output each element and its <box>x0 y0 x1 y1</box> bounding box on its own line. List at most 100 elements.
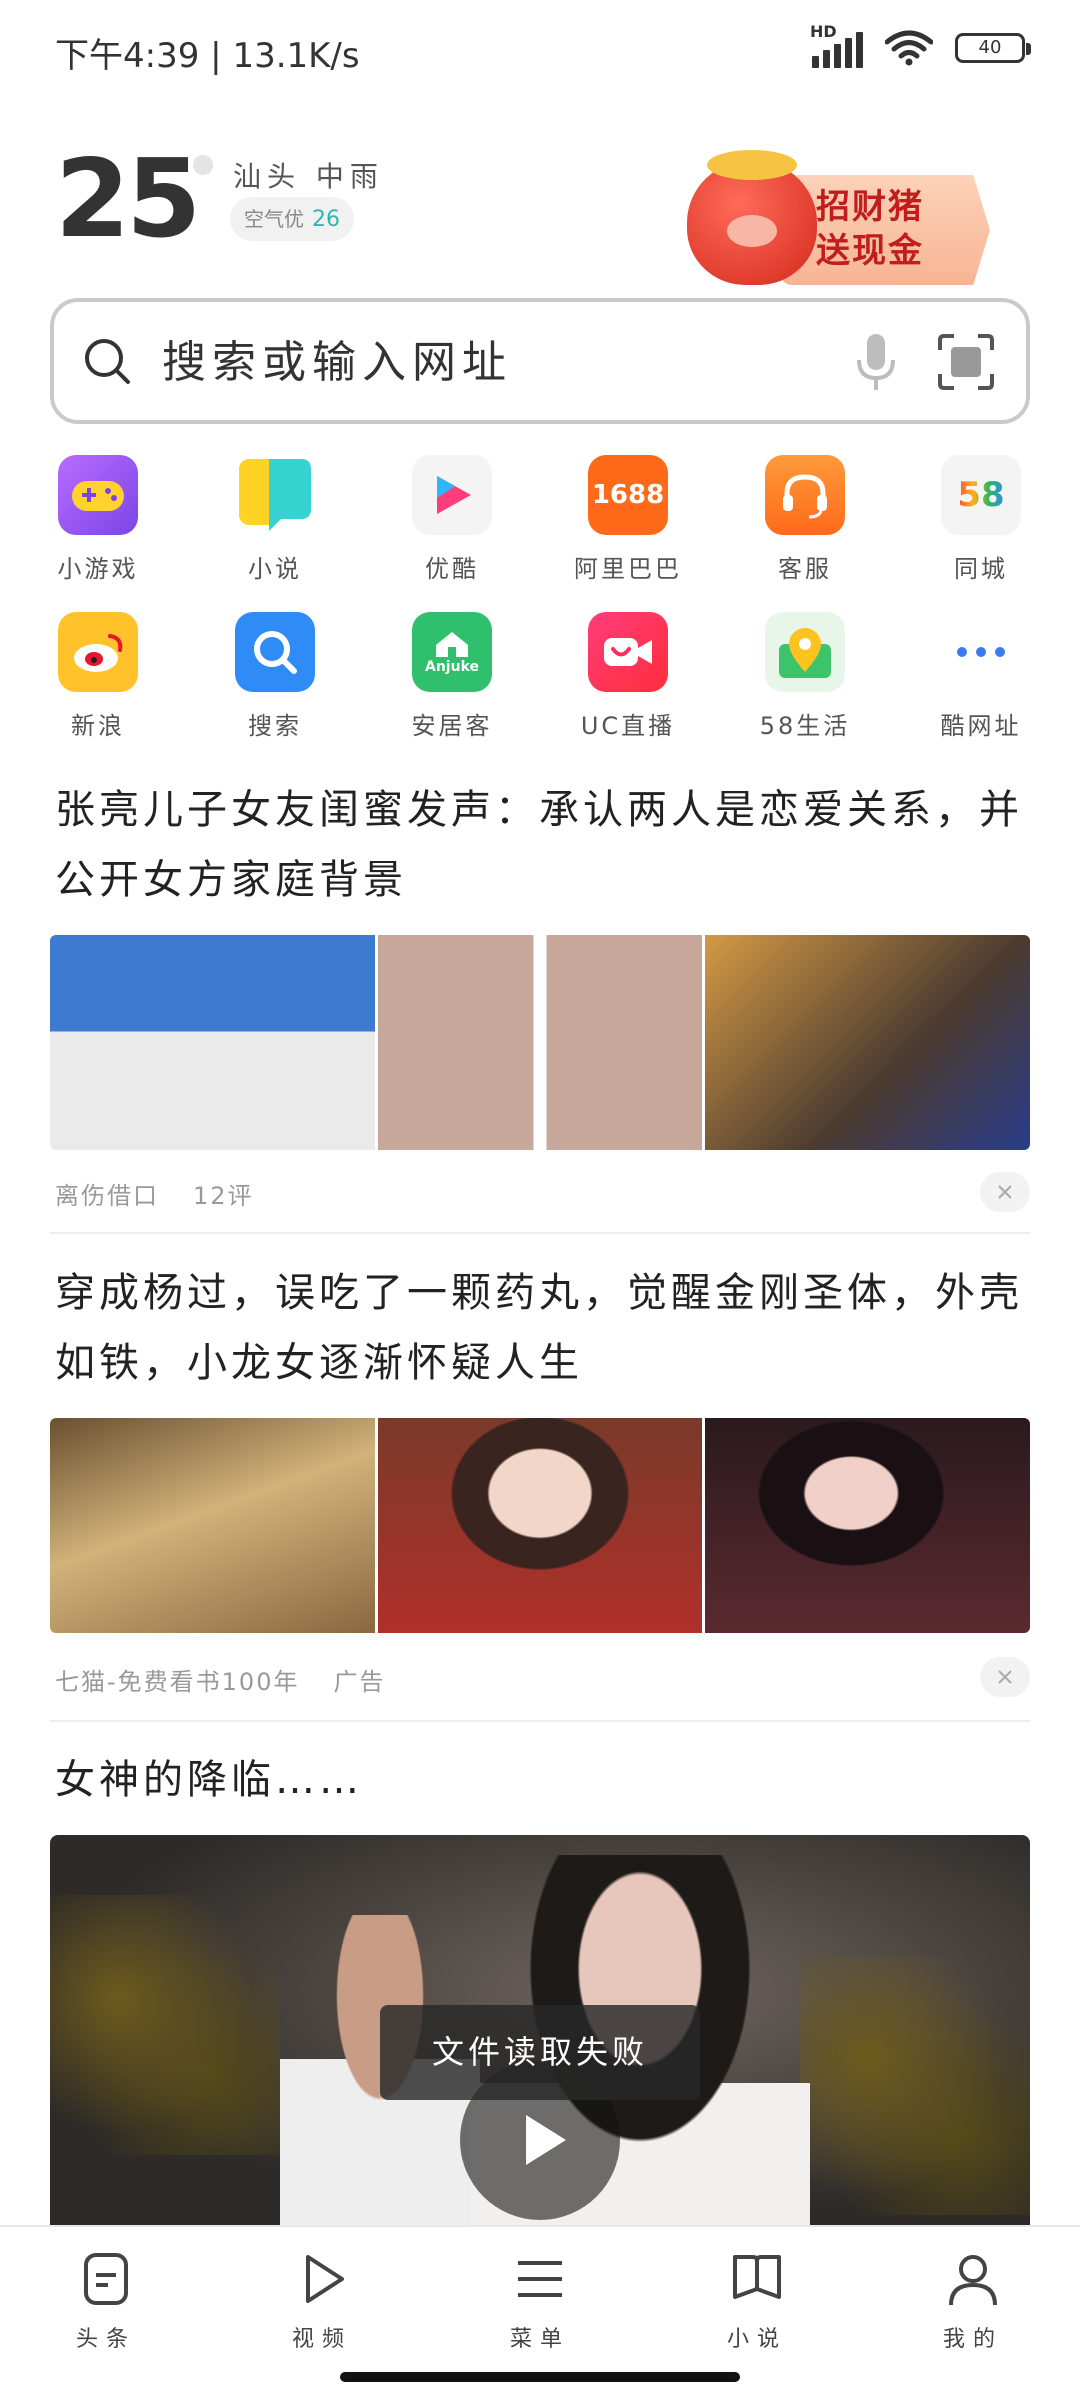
shortcut-label: 新浪 <box>71 712 125 740</box>
battery-icon: 40 <box>955 33 1031 63</box>
shortcut-more[interactable]: 酷网址 <box>906 612 1056 741</box>
headline-icon <box>84 2253 128 2305</box>
anjuke-icon: Anjuke <box>412 612 492 692</box>
city-name: 汕头 <box>233 160 302 193</box>
news-comments: 12评 <box>193 1182 254 1210</box>
close-icon <box>998 1670 1012 1684</box>
shortcut-customer-service[interactable]: 客服 <box>730 455 880 584</box>
weather-location: 汕头 中雨 <box>233 155 384 195</box>
weather-condition: 中雨 <box>315 160 384 193</box>
shortcut-58-life[interactable]: 58生活 <box>730 612 880 741</box>
news-title[interactable]: 张亮儿子女友闺蜜发声：承认两人是恋爱关系，并公开女方家庭背景 <box>55 775 1035 915</box>
dismiss-button[interactable] <box>980 1172 1030 1212</box>
status-time: 下午4:39 <box>55 36 200 76</box>
promo-banner[interactable]: 招财猪 送现金 <box>675 150 995 300</box>
search-icon <box>85 339 130 384</box>
network-speed: 13.1K/s <box>232 36 360 76</box>
shortcut-alibaba[interactable]: 1688 阿里巴巴 <box>553 455 703 584</box>
news-thumbnail <box>705 1418 1030 1633</box>
news-title[interactable]: 女神的降临…… <box>55 1745 1035 1815</box>
nav-label: 头条 <box>75 2327 136 2352</box>
microphone-icon[interactable] <box>854 332 898 392</box>
air-quality-label: 空气优 <box>244 207 304 231</box>
news-meta: 离伤借口 12评 <box>55 1176 254 1211</box>
weather-widget[interactable]: 25 汕头 中雨 空气优 26 <box>55 145 455 265</box>
nav-label: 菜单 <box>509 2327 570 2352</box>
more-dots-icon <box>941 612 1021 692</box>
shortcut-label: UC直播 <box>580 712 676 740</box>
user-icon <box>949 2255 997 2306</box>
scan-icon[interactable] <box>936 332 996 392</box>
shortcut-sina[interactable]: 新浪 <box>23 612 173 741</box>
anjuke-logo-text: Anjuke <box>425 659 479 675</box>
search-app-icon <box>235 612 315 692</box>
shortcut-label: 小说 <box>248 555 302 583</box>
wifi-icon <box>885 30 933 66</box>
hd-badge: HD <box>810 22 837 41</box>
shortcut-label: 安居客 <box>411 712 493 740</box>
shortcut-novel[interactable]: 小说 <box>200 455 350 584</box>
air-quality-value: 26 <box>312 207 340 232</box>
news-meta: 七猫-免费看书100年 广告 <box>55 1662 385 1697</box>
search-bar[interactable] <box>50 298 1030 424</box>
shortcut-label: 酷网址 <box>940 712 1022 740</box>
video-error-message: 文件读取失败 <box>380 2005 700 2100</box>
signal-icon: HD <box>810 22 863 68</box>
video-player[interactable]: 文件读取失败 <box>50 1835 1030 2225</box>
news-thumbnail <box>377 935 703 1150</box>
divider <box>50 1232 1030 1234</box>
close-icon <box>998 1185 1012 1199</box>
news-thumbnail <box>377 1418 703 1633</box>
nav-novel[interactable]: 小说 <box>687 2249 827 2353</box>
nav-video[interactable]: 视频 <box>252 2249 392 2353</box>
novel-icon <box>235 455 315 535</box>
ad-label: 广告 <box>333 1668 386 1696</box>
shortcut-anjuke[interactable]: Anjuke 安居客 <box>377 612 527 741</box>
shortcut-label: 同城 <box>954 555 1008 583</box>
menu-icon <box>518 2261 562 2297</box>
58-tongcheng-icon: 58 <box>941 455 1021 535</box>
shortcut-mini-games[interactable]: 小游戏 <box>23 455 173 584</box>
game-icon <box>58 455 138 535</box>
shortcut-label: 客服 <box>778 555 832 583</box>
shortcut-youku[interactable]: 优酷 <box>377 455 527 584</box>
book-icon <box>733 2255 781 2299</box>
air-quality-badge: 空气优 26 <box>230 197 354 241</box>
nav-menu[interactable]: 菜单 <box>470 2249 610 2353</box>
sina-weibo-icon <box>58 612 138 692</box>
shortcut-label: 阿里巴巴 <box>574 555 682 583</box>
58-logo-text: 58 <box>957 475 1005 515</box>
alibaba-1688-icon: 1688 <box>588 455 668 535</box>
status-icons: HD 40 <box>810 22 1031 68</box>
uc-live-icon <box>588 612 668 692</box>
shortcut-label: 搜索 <box>248 712 302 740</box>
lucky-pig-icon <box>687 150 817 285</box>
news-image-row[interactable] <box>50 935 1030 1150</box>
shortcut-search[interactable]: 搜索 <box>200 612 350 741</box>
news-thumbnail <box>50 935 375 1150</box>
divider <box>50 1720 1030 1722</box>
dismiss-button[interactable] <box>980 1657 1030 1697</box>
nav-profile[interactable]: 我的 <box>903 2249 1043 2353</box>
shortcut-58-tongcheng[interactable]: 58 同城 <box>906 455 1056 584</box>
shortcut-label: 58生活 <box>759 712 851 740</box>
nav-label: 视频 <box>291 2327 352 2352</box>
news-source: 离伤借口 <box>55 1182 159 1210</box>
shortcut-label: 小游戏 <box>57 555 139 583</box>
news-image-row[interactable] <box>50 1418 1030 1633</box>
status-bar: 下午4:39 | 13.1K/s HD 40 <box>0 0 1080 100</box>
promo-line-2: 送现金 <box>816 231 924 271</box>
video-play-icon <box>306 2255 344 2303</box>
search-input[interactable] <box>162 330 762 394</box>
youku-icon <box>412 455 492 535</box>
news-title[interactable]: 穿成杨过，误吃了一颗药丸，觉醒金刚圣体，外壳如铁，小龙女逐渐怀疑人生 <box>55 1258 1035 1398</box>
shortcut-label: 优酷 <box>425 555 479 583</box>
home-indicator[interactable] <box>340 2372 740 2382</box>
headset-icon <box>765 455 845 535</box>
map-pin-icon <box>765 612 845 692</box>
news-thumbnail <box>50 1418 375 1633</box>
nav-headline[interactable]: 头条 <box>36 2249 176 2353</box>
temperature: 25 <box>55 137 201 262</box>
degree-icon <box>193 155 213 175</box>
shortcut-uc-live[interactable]: UC直播 <box>553 612 703 741</box>
